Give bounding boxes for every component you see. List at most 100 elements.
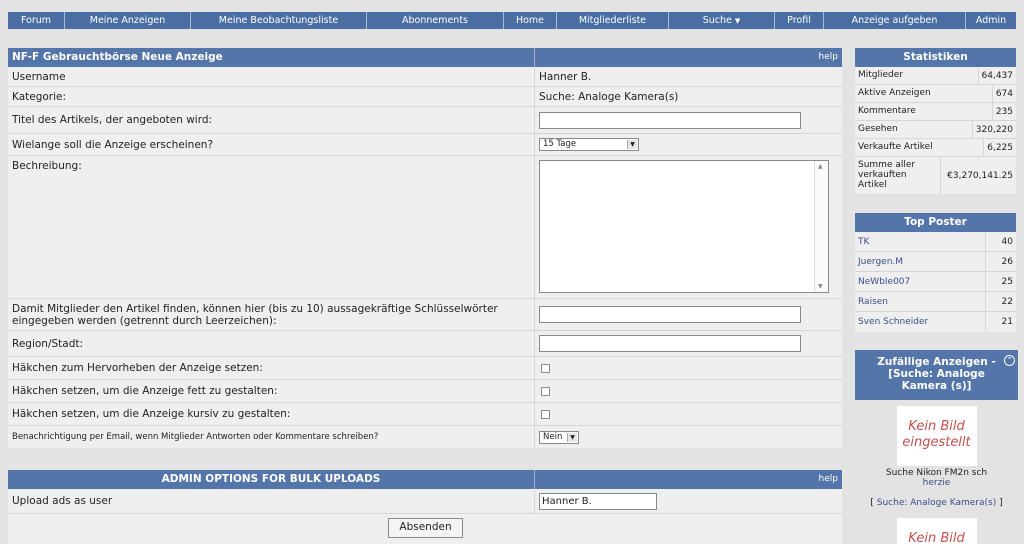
poster-row: TK 40 (855, 232, 1016, 252)
admin-header: ADMIN OPTIONS FOR BULK UPLOADS help (8, 470, 842, 489)
admin-title: ADMIN OPTIONS FOR BULK UPLOADS (8, 470, 535, 489)
random-ads-title: Zufällige Anzeigen - [Suche: Analoge Kam… (877, 356, 996, 392)
highlight-label: Häkchen zum Hervorheben der Anzeige setz… (8, 357, 535, 379)
region-input[interactable] (539, 335, 801, 352)
stat-label: Summe aller verkauften Artikel (855, 157, 941, 194)
username-row: Username Hanner B. (8, 67, 842, 87)
upload-user-input[interactable]: Hanner B. (539, 492, 657, 510)
no-image-placeholder-2[interactable]: Kein Bild (896, 518, 977, 544)
highlight-row: Häkchen zum Hervorheben der Anzeige setz… (8, 357, 842, 380)
poster-count: 26 (1001, 256, 1013, 267)
statistics-title: Statistiken (855, 48, 1016, 67)
bold-label: Häkchen setzen, um die Anzeige fett zu g… (8, 380, 535, 402)
bracket-open: [ (870, 498, 874, 508)
random-ad-user[interactable]: herzie (923, 478, 951, 488)
duration-row: Wielange soll die Anzeige erscheinen? 15… (8, 134, 842, 156)
stat-value: 235 (995, 106, 1013, 117)
random-ad-item: Kein Bild eingestellt Suche Nikon FM2n s… (855, 400, 1018, 544)
italic-checkbox[interactable] (541, 409, 550, 419)
stat-label: Gesehen (855, 121, 973, 138)
duration-value: 15 Tage (543, 139, 577, 149)
notify-value: Nein (543, 431, 563, 442)
bold-row: Häkchen setzen, um die Anzeige fett zu g… (8, 380, 842, 403)
title-label: Titel des Artikels, der angeboten wird: (8, 107, 535, 133)
poster-row: NeWbIe007 25 (855, 272, 1016, 292)
highlight-checkbox[interactable] (541, 363, 550, 373)
random-ads-panel: Zufällige Anzeigen - [Suche: Analoge Kam… (855, 350, 1018, 544)
nav-admin[interactable]: Admin (966, 12, 1016, 29)
stat-row: Summe aller verkauften Artikel €3,270,141… (855, 157, 1016, 194)
duration-select[interactable]: 15 Tage ▼ (539, 138, 639, 151)
stat-label: Kommentare (855, 103, 993, 120)
nav-meine-anzeigen[interactable]: Meine Anzeigen (65, 12, 191, 29)
title-input[interactable] (539, 111, 801, 129)
dropdown-arrow-icon: ▼ (627, 140, 637, 149)
stat-label: Verkaufte Artikel (855, 139, 985, 156)
stat-label: Mitglieder (855, 67, 979, 84)
form-title: NF-F Gebrauchtbörse Neue Anzeige (8, 48, 535, 67)
stat-value: 674 (995, 88, 1013, 99)
no-image-placeholder[interactable]: Kein Bild eingestellt (896, 406, 977, 466)
scrollbar[interactable]: ▲ ▼ (814, 161, 828, 292)
description-row: Bechreibung: ▲ ▼ (8, 156, 842, 299)
keywords-input[interactable] (539, 306, 801, 323)
stat-label: Aktive Anzeigen (855, 85, 993, 102)
nav-abonnements[interactable]: Abonnements (367, 12, 504, 29)
random-ad-user-link[interactable]: herzie (855, 478, 1018, 488)
nav-beobachtungsliste[interactable]: Meine Beobachtungsliste (191, 12, 367, 29)
username-value: Hanner B. (539, 70, 592, 83)
italic-row: Häkchen setzen, um die Anzeige kursiv zu… (8, 403, 842, 426)
duration-label: Wielange soll die Anzeige erscheinen? (8, 134, 535, 155)
random-ad-category: [ Suche: Analoge Kamera(s) ] (855, 498, 1018, 508)
stat-value: 320,220 (975, 124, 1013, 135)
bracket-close: ] (999, 498, 1003, 508)
nav-profil[interactable]: Profil (775, 12, 824, 29)
description-textarea[interactable]: ▲ ▼ (539, 160, 829, 293)
submit-button[interactable]: Absenden (388, 518, 463, 538)
category-row: Kategorie: Suche: Analoge Kamera(s) (8, 87, 842, 107)
upload-label: Upload ads as user (8, 489, 535, 513)
form-help-link[interactable]: help (535, 48, 842, 67)
poster-name-link[interactable]: Juergen.M (855, 252, 986, 271)
random-ads-header: Zufällige Anzeigen - [Suche: Analoge Kam… (855, 350, 1018, 400)
poster-count: 25 (1001, 276, 1013, 287)
form-header: NF-F Gebrauchtbörse Neue Anzeige help (8, 48, 842, 67)
description-label: Bechreibung: (8, 156, 535, 298)
category-label: Kategorie: (8, 87, 535, 106)
poster-row: Juergen.M 26 (855, 252, 1016, 272)
random-ad-title: Suche Nikon FM2n sch (885, 468, 988, 478)
nav-suche[interactable]: Suche ▼ (669, 12, 775, 29)
nav-forum[interactable]: Forum (8, 12, 65, 29)
admin-help-link[interactable]: help (535, 470, 842, 489)
nav-anzeige-aufgeben[interactable]: Anzeige aufgeben (824, 12, 966, 29)
region-label: Region/Stadt: (8, 331, 535, 356)
poster-count: 21 (1001, 317, 1013, 327)
notify-row: Benachrichtigung per Email, wenn Mitglie… (8, 426, 842, 448)
dropdown-arrow-icon: ▼ (567, 432, 577, 442)
bold-checkbox[interactable] (541, 386, 550, 396)
username-label: Username (8, 67, 535, 86)
poster-name-link[interactable]: NeWbIe007 (855, 272, 986, 291)
poster-name-link[interactable]: Sven Schneider (855, 312, 986, 332)
collapse-icon[interactable]: ⌃ (1004, 355, 1015, 366)
category-value: Suche: Analoge Kamera(s) (539, 90, 679, 103)
poster-name-link[interactable]: Raisen (855, 292, 986, 311)
stat-value: €3,270,141.25 (947, 170, 1013, 181)
top-poster-panel: Top Poster TK 40 Juergen.M 26 NeWbIe007 25 … (855, 213, 1016, 332)
notify-select[interactable]: Nein ▼ (539, 430, 579, 444)
poster-name-link[interactable]: TK (855, 232, 986, 251)
nav-suche-label: Suche (702, 15, 732, 26)
keywords-label: Damit Mitglieder den Artikel finden, kön… (8, 299, 535, 330)
scroll-down-icon: ▼ (818, 283, 823, 290)
poster-row: Raisen 22 (855, 292, 1016, 312)
italic-label: Häkchen setzen, um die Anzeige kursiv zu… (8, 403, 535, 425)
statistics-panel: Statistiken Mitglieder 64,437 Aktive Anze… (855, 48, 1016, 194)
poster-row: Sven Schneider 21 (855, 312, 1016, 332)
stat-value: 64,437 (981, 70, 1014, 81)
nav-home[interactable]: Home (504, 12, 557, 29)
random-ad-category-link[interactable]: Suche: Analoge Kamera(s) (877, 498, 996, 508)
upload-row: Upload ads as user Hanner B. (8, 489, 842, 514)
stat-row: Kommentare 235 (855, 103, 1016, 121)
nav-mitgliederliste[interactable]: Mitgliederliste (557, 12, 669, 29)
scroll-up-icon: ▲ (818, 163, 823, 170)
